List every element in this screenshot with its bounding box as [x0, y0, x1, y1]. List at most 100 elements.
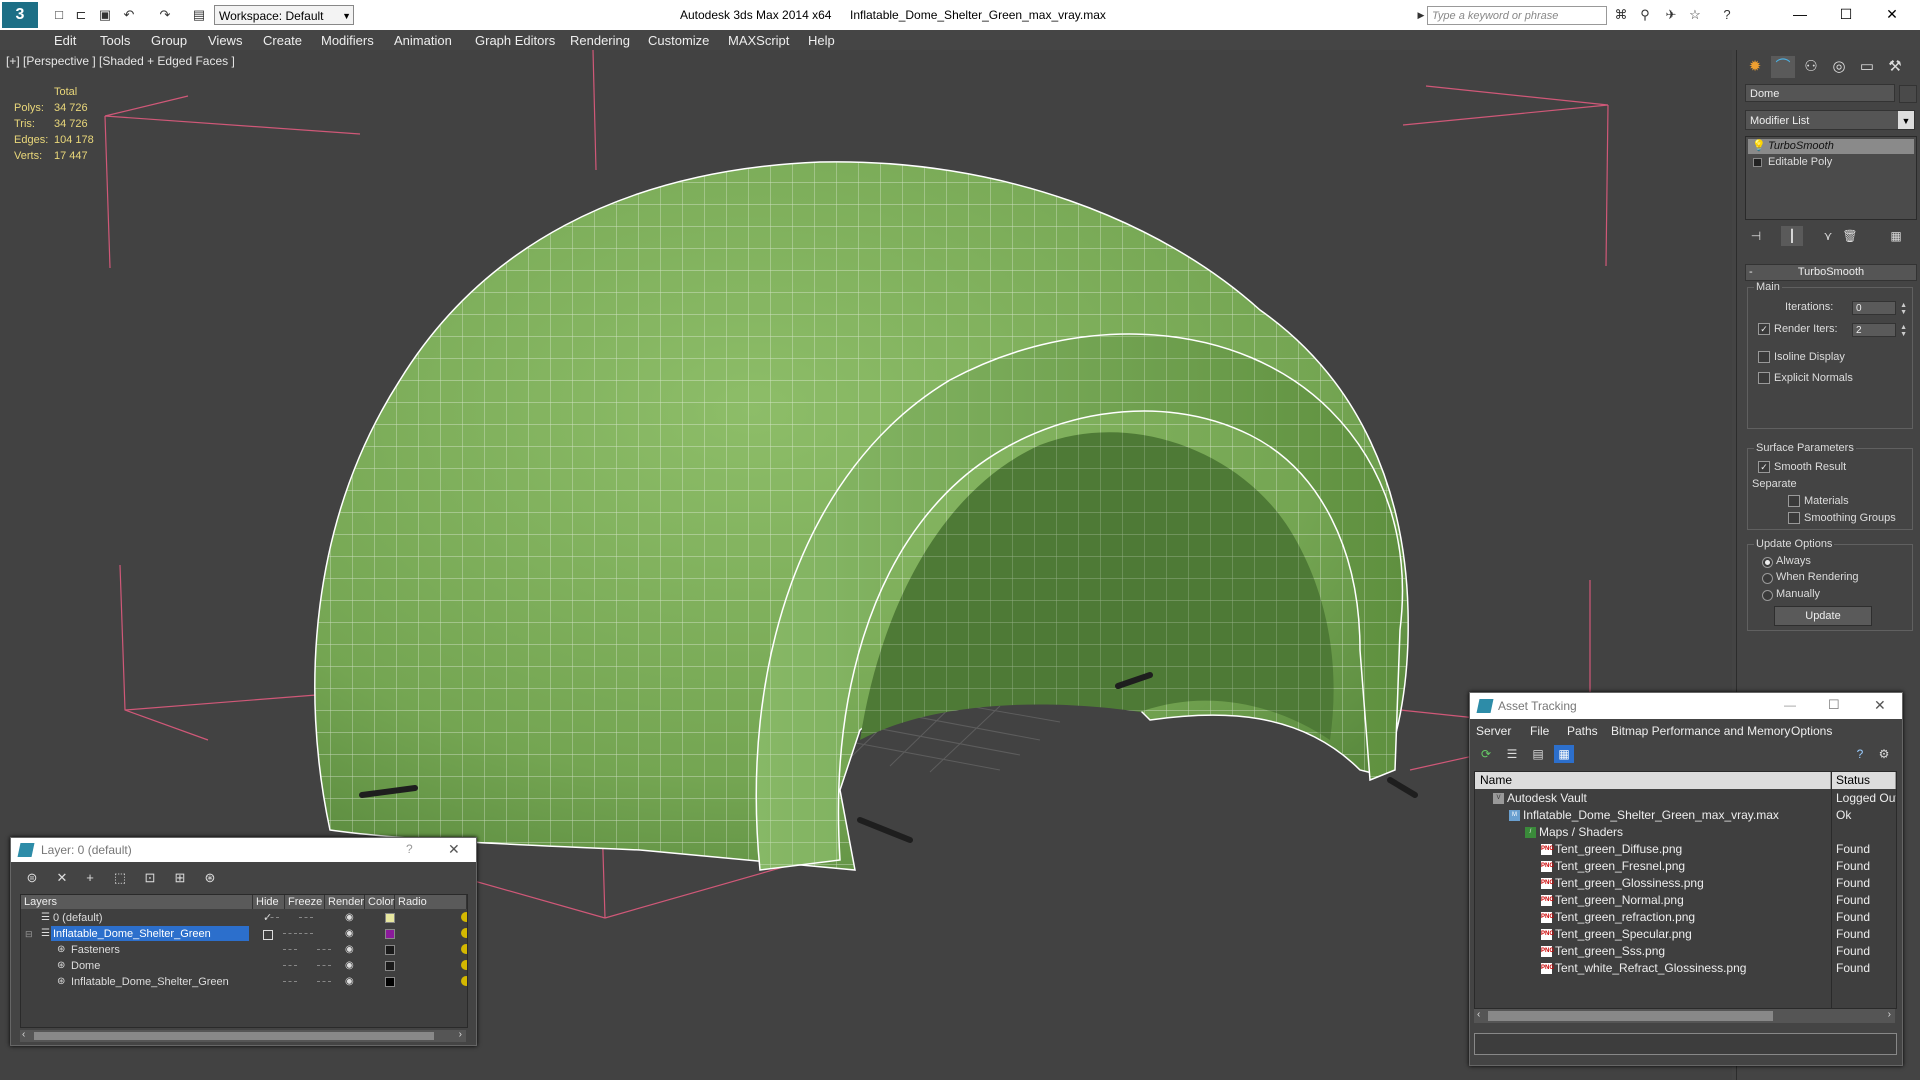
- menu-views[interactable]: Views: [208, 33, 242, 48]
- col-layers[interactable]: Layers: [21, 895, 253, 909]
- render-toggle-icon[interactable]: ◉: [345, 974, 354, 990]
- menu-animation[interactable]: Animation: [394, 33, 452, 48]
- hide-toggle[interactable]: [283, 981, 297, 983]
- radiosity-icon[interactable]: [461, 944, 467, 954]
- active-layer-box-icon[interactable]: [263, 930, 273, 940]
- asset-path-field[interactable]: [1474, 1033, 1897, 1055]
- close-icon[interactable]: ✕: [448, 841, 460, 858]
- workspace-dropdown[interactable]: Workspace: Default ▼: [214, 5, 354, 25]
- update-button[interactable]: Update: [1774, 606, 1872, 626]
- modifier-list-dropdown[interactable]: Modifier List ▼: [1745, 110, 1915, 130]
- pin-stack-icon[interactable]: ⊣: [1745, 226, 1767, 246]
- detail-view-icon[interactable]: ▤: [1528, 745, 1548, 763]
- radiosity-icon[interactable]: [461, 912, 467, 922]
- render-toggle-icon[interactable]: ◉: [345, 926, 354, 942]
- hide-toggle[interactable]: [283, 933, 297, 935]
- layer-color-swatch[interactable]: [385, 929, 395, 939]
- freeze-toggle[interactable]: [317, 965, 331, 967]
- menu-tools[interactable]: Tools: [100, 33, 130, 48]
- hide-all-layers-icon[interactable]: ⊞: [169, 868, 191, 888]
- manually-radio[interactable]: [1762, 590, 1773, 601]
- layer-row[interactable]: ⊟ ☰ Inflatable_Dome_Shelter_Green ◉: [21, 926, 467, 942]
- asset-window-titlebar[interactable]: Asset Tracking — ☐ ✕: [1470, 693, 1902, 719]
- freeze-all-layers-icon[interactable]: ⊛: [199, 868, 221, 888]
- hide-toggle[interactable]: [283, 949, 297, 951]
- layer-row[interactable]: ⊛ Dome ◉: [21, 958, 467, 974]
- motion-tab-icon[interactable]: ◎: [1827, 56, 1851, 78]
- create-tab-icon[interactable]: ✹: [1743, 56, 1767, 78]
- table-view-icon[interactable]: ▦: [1554, 745, 1574, 763]
- refresh-icon[interactable]: ⟳: [1476, 745, 1496, 763]
- menu-group[interactable]: Group: [151, 33, 187, 48]
- layer-row[interactable]: ☰ 0 (default) ✓ ◉: [21, 910, 467, 926]
- list-view-icon[interactable]: ☰: [1502, 745, 1522, 763]
- maximize-button[interactable]: ☐: [1826, 3, 1866, 25]
- menu-create[interactable]: Create: [263, 33, 302, 48]
- spinner-arrows-icon[interactable]: ▲ ▼: [1900, 324, 1907, 338]
- radiosity-icon[interactable]: [461, 976, 467, 986]
- render-toggle-icon[interactable]: ◉: [345, 942, 354, 958]
- search-input[interactable]: Type a keyword or phrase: [1427, 6, 1607, 25]
- asset-menu-server[interactable]: Server: [1476, 724, 1511, 738]
- asset-row[interactable]: PNG Tent_green_Specular.png Found: [1475, 926, 1896, 943]
- scroll-left-icon[interactable]: ‹: [1477, 1009, 1480, 1020]
- scroll-right-icon[interactable]: ›: [459, 1029, 462, 1040]
- layer-horizontal-scrollbar[interactable]: ‹ ›: [20, 1029, 466, 1042]
- stack-item-turbosmooth[interactable]: 💡 TurboSmooth: [1748, 139, 1914, 154]
- materials-checkbox[interactable]: [1788, 495, 1800, 507]
- turbosmooth-rollout-header[interactable]: - TurboSmooth: [1745, 264, 1917, 281]
- layer-color-swatch[interactable]: [385, 977, 395, 987]
- always-radio[interactable]: [1762, 557, 1773, 568]
- configure-modifier-sets-icon[interactable]: ▦: [1885, 226, 1907, 246]
- highlight-layer-icon[interactable]: ⊡: [139, 868, 161, 888]
- new-layer-icon[interactable]: ⊜: [21, 868, 43, 888]
- asset-row[interactable]: PNG Tent_green_refraction.png Found: [1475, 909, 1896, 926]
- object-color-swatch[interactable]: [1899, 85, 1917, 103]
- col-freeze[interactable]: Freeze: [285, 895, 325, 909]
- add-to-layer-icon[interactable]: +: [79, 868, 101, 888]
- binoculars-icon[interactable]: ⌘: [1612, 6, 1630, 24]
- explicit-normals-checkbox[interactable]: [1758, 372, 1770, 384]
- modifier-stack[interactable]: 💡 TurboSmooth Editable Poly: [1745, 136, 1917, 220]
- modify-tab-icon[interactable]: ⌒: [1771, 56, 1795, 78]
- hide-toggle[interactable]: [265, 917, 279, 919]
- collapse-toggle-icon[interactable]: ⊟: [25, 926, 33, 942]
- scroll-right-icon[interactable]: ›: [1888, 1009, 1891, 1020]
- asset-menu-paths[interactable]: Paths: [1567, 724, 1598, 738]
- stack-item-editable-poly[interactable]: Editable Poly: [1748, 155, 1914, 170]
- show-end-result-icon[interactable]: ┃: [1781, 226, 1803, 246]
- subscription-icon[interactable]: ⚲: [1636, 6, 1654, 24]
- minimize-button[interactable]: —: [1780, 3, 1820, 25]
- asset-row[interactable]: PNG Tent_white_Refract_Glossiness.png Fo…: [1475, 960, 1896, 977]
- layer-window-titlebar[interactable]: Layer: 0 (default) ? ✕: [11, 838, 476, 862]
- lightbulb-icon[interactable]: 💡: [1752, 139, 1766, 154]
- layer-color-swatch[interactable]: [385, 961, 395, 971]
- isoline-display-checkbox[interactable]: [1758, 351, 1770, 363]
- display-tab-icon[interactable]: ▭: [1855, 56, 1879, 78]
- undo-icon[interactable]: ↶: [120, 6, 138, 24]
- freeze-toggle[interactable]: [299, 933, 313, 935]
- maximize-button[interactable]: ☐: [1828, 697, 1840, 713]
- new-file-icon[interactable]: □: [50, 6, 68, 24]
- close-button[interactable]: ✕: [1872, 3, 1912, 25]
- close-button[interactable]: ✕: [1874, 697, 1886, 714]
- radiosity-icon[interactable]: [461, 960, 467, 970]
- asset-row[interactable]: PNG Tent_green_Fresnel.png Found: [1475, 858, 1896, 875]
- asset-row[interactable]: M Inflatable_Dome_Shelter_Green_max_vray…: [1475, 807, 1896, 824]
- save-file-icon[interactable]: ▣: [96, 6, 114, 24]
- open-file-icon[interactable]: ⊏: [72, 6, 90, 24]
- delete-layer-icon[interactable]: ✕: [51, 868, 73, 888]
- when-rendering-radio[interactable]: [1762, 573, 1773, 584]
- app-logo-icon[interactable]: 3: [2, 2, 38, 28]
- col-color[interactable]: Color: [365, 895, 395, 909]
- menu-customize[interactable]: Customize: [648, 33, 709, 48]
- asset-menu-file[interactable]: File: [1530, 724, 1549, 738]
- asset-menu-bitmap-performance[interactable]: Bitmap Performance and Memory: [1611, 724, 1790, 738]
- help-icon[interactable]: ?: [1850, 745, 1870, 763]
- layer-row[interactable]: ⊛ Fasteners ◉: [21, 942, 467, 958]
- menu-rendering[interactable]: Rendering: [570, 33, 630, 48]
- minimize-button[interactable]: —: [1784, 698, 1796, 712]
- layer-row[interactable]: ⊛ Inflatable_Dome_Shelter_Green ◉: [21, 974, 467, 990]
- freeze-toggle[interactable]: [317, 981, 331, 983]
- redo-icon[interactable]: ↷: [156, 6, 174, 24]
